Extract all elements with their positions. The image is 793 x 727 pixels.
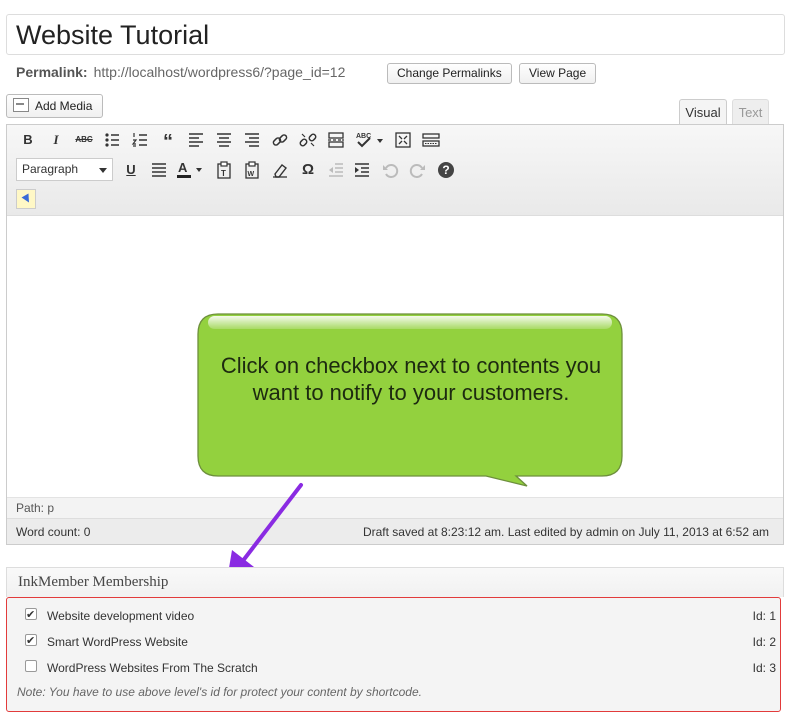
format-select-value: Paragraph bbox=[22, 162, 79, 176]
spellcheck-icon[interactable]: ABC bbox=[354, 130, 386, 150]
indent-icon[interactable] bbox=[352, 160, 372, 180]
membership-note: Note: You have to use above level's id f… bbox=[17, 685, 422, 699]
redo-icon[interactable] bbox=[408, 160, 428, 180]
outdent-icon[interactable] bbox=[326, 160, 346, 180]
insert-more-icon[interactable] bbox=[326, 130, 346, 150]
media-icon bbox=[13, 98, 29, 112]
format-select[interactable]: Paragraph bbox=[16, 158, 113, 181]
bold-icon[interactable]: B bbox=[18, 130, 38, 150]
chevron-down-icon bbox=[99, 168, 107, 173]
italic-icon[interactable]: I bbox=[46, 130, 66, 150]
paste-word-icon[interactable]: W bbox=[242, 160, 262, 180]
word-count: Word count: 0 bbox=[16, 525, 91, 539]
add-media-button[interactable]: Add Media bbox=[6, 94, 104, 118]
level-checkbox[interactable] bbox=[25, 660, 37, 672]
paste-text-icon[interactable]: T bbox=[214, 160, 234, 180]
level-checkbox[interactable] bbox=[25, 606, 37, 624]
numbered-list-icon[interactable] bbox=[130, 130, 150, 150]
align-center-icon[interactable] bbox=[214, 130, 234, 150]
insert-link-icon[interactable] bbox=[270, 130, 290, 150]
membership-level-row: Website development video Id: 1 bbox=[25, 606, 777, 625]
add-media-label: Add Media bbox=[35, 99, 93, 113]
change-permalinks-button[interactable]: Change Permalinks bbox=[387, 63, 512, 84]
level-name: WordPress Websites From The Scratch bbox=[47, 661, 258, 675]
membership-level-row: WordPress Websites From The Scratch Id: … bbox=[25, 659, 777, 677]
text-color-icon[interactable]: A bbox=[175, 160, 207, 180]
strikethrough-icon[interactable]: ABC bbox=[74, 130, 94, 150]
membership-level-row: Smart WordPress Website Id: 2 bbox=[25, 632, 777, 651]
permalink-label: Permalink: bbox=[16, 64, 88, 80]
editor-toolbar: B I ABC “ ABC U A T W Ω ? bbox=[7, 125, 783, 216]
tab-visual[interactable]: Visual bbox=[679, 99, 727, 124]
editor-path: Path: p bbox=[7, 497, 783, 518]
permalink-url[interactable]: http://localhost/wordpress6/?page_id=12 bbox=[94, 63, 346, 81]
level-id: Id: 1 bbox=[752, 609, 776, 623]
help-icon-glyph: ? bbox=[442, 163, 450, 177]
special-character-icon[interactable]: Ω bbox=[298, 160, 318, 180]
post-title-text: Website Tutorial bbox=[16, 20, 210, 50]
blockquote-icon[interactable]: “ bbox=[158, 130, 178, 153]
svg-text:T: T bbox=[221, 169, 226, 178]
undo-icon[interactable] bbox=[380, 160, 400, 180]
kitchen-sink-icon[interactable] bbox=[421, 130, 441, 150]
justify-icon[interactable] bbox=[149, 160, 169, 180]
level-name: Smart WordPress Website bbox=[47, 635, 188, 649]
level-checkbox[interactable] bbox=[25, 632, 37, 650]
level-id: Id: 3 bbox=[752, 661, 776, 675]
clear-formatting-icon[interactable] bbox=[270, 160, 290, 180]
view-page-button[interactable]: View Page bbox=[519, 63, 597, 84]
bullet-list-icon[interactable] bbox=[102, 130, 122, 150]
underline-icon[interactable]: U bbox=[121, 160, 141, 180]
membership-box-title: InkMember Membership bbox=[6, 567, 784, 597]
fullscreen-icon[interactable] bbox=[393, 130, 413, 150]
tab-text[interactable]: Text bbox=[732, 99, 769, 124]
level-name: Website development video bbox=[47, 609, 195, 623]
editor-status-bar: Word count: 0 Draft saved at 8:23:12 am.… bbox=[7, 518, 783, 544]
level-id: Id: 2 bbox=[752, 635, 776, 649]
draft-saved-info: Draft saved at 8:23:12 am. Last edited b… bbox=[362, 525, 769, 539]
wand-icon[interactable] bbox=[16, 189, 36, 209]
callout-text: Click on checkbox next to contents you w… bbox=[220, 353, 602, 405]
unlink-icon[interactable] bbox=[298, 130, 318, 150]
help-icon[interactable]: ? bbox=[436, 160, 456, 180]
svg-text:W: W bbox=[248, 171, 255, 178]
permalink-row: Permalink: http://localhost/wordpress6/?… bbox=[16, 63, 345, 81]
align-right-icon[interactable] bbox=[242, 130, 262, 150]
align-left-icon[interactable] bbox=[186, 130, 206, 150]
